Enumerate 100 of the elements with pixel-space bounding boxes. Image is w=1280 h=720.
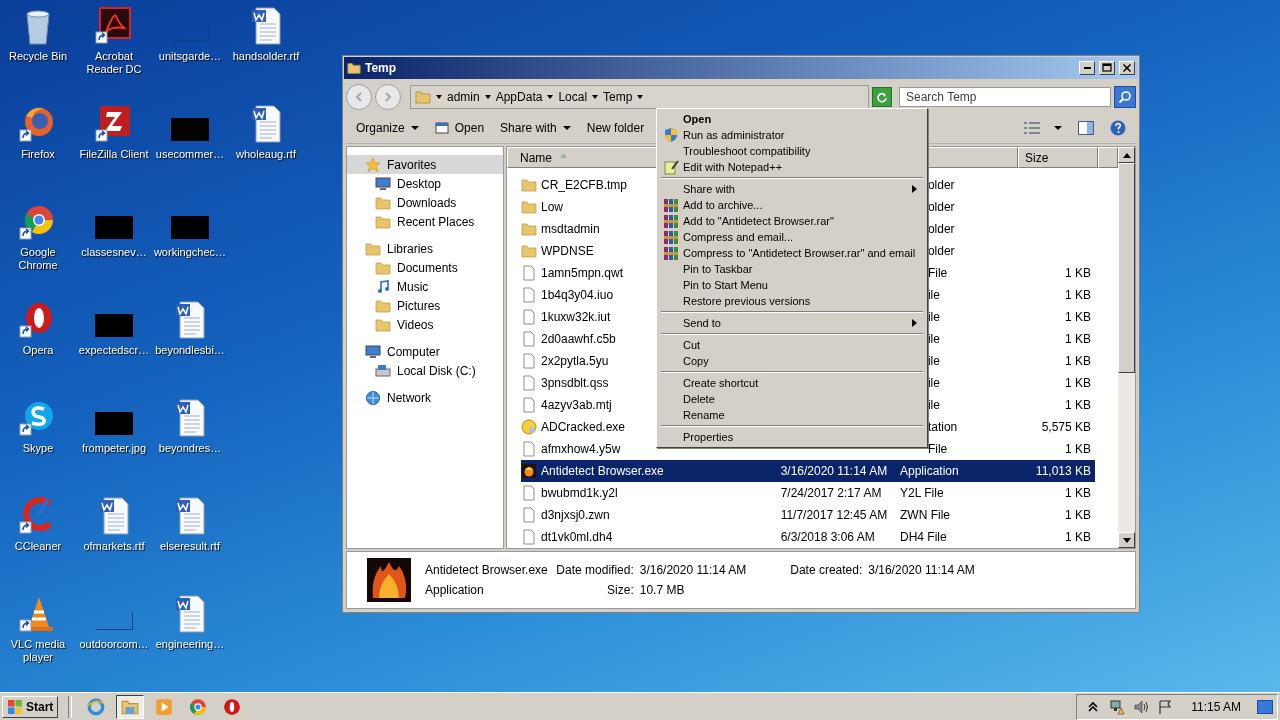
desktop-icon-label[interactable]: wholeaug.rtf bbox=[236, 148, 296, 161]
breadcrumb[interactable]: admin bbox=[447, 90, 480, 104]
menu-item[interactable]: Compress and email... bbox=[659, 229, 925, 245]
menu-item[interactable]: Send to bbox=[659, 315, 925, 331]
menu-item[interactable]: Restore previous versions bbox=[659, 293, 925, 309]
desktop-icon-label[interactable]: VLC media player bbox=[0, 638, 76, 664]
navigation-item[interactable]: Music bbox=[347, 277, 503, 296]
file-name[interactable]: bwubmd1k.y2l bbox=[541, 486, 618, 500]
desktop-icon-label[interactable]: frompeter.jpg bbox=[81, 442, 147, 455]
file-name[interactable]: ADCracked.exe bbox=[541, 420, 626, 434]
file-name[interactable]: Low bbox=[541, 200, 563, 214]
menu-item[interactable]: Add to archive... bbox=[659, 197, 925, 213]
search-field[interactable]: Search Temp bbox=[899, 87, 1111, 107]
file-row[interactable]: Antidetect Browser.exe 3/16/2020 11:14 AM Application 11,013 KB bbox=[521, 460, 1095, 482]
toolbar-button[interactable]: Organize bbox=[350, 118, 425, 138]
desktop-icon-label[interactable]: expectedscr… bbox=[78, 344, 150, 357]
menu-item[interactable]: Delete bbox=[659, 391, 925, 407]
up-arrow-icon[interactable] bbox=[1122, 152, 1131, 158]
minimize-button[interactable] bbox=[1079, 61, 1095, 75]
menu-item[interactable]: Run as administrator bbox=[659, 127, 925, 143]
caret-icon[interactable] bbox=[547, 95, 554, 99]
refresh-button[interactable] bbox=[872, 87, 892, 107]
column-header[interactable] bbox=[1098, 147, 1118, 168]
menu-item[interactable]: Cut bbox=[659, 337, 925, 353]
menu-item[interactable]: Create shortcut bbox=[659, 375, 925, 391]
caret-icon[interactable] bbox=[436, 95, 442, 99]
desktop-icon-label[interactable]: beyondres… bbox=[158, 442, 222, 455]
desktop-icon-label[interactable]: outdoorcom… bbox=[79, 638, 149, 651]
caret-icon[interactable] bbox=[592, 95, 599, 99]
navigation-item[interactable]: Desktop bbox=[347, 174, 503, 193]
taskbar-app-button[interactable] bbox=[116, 694, 145, 719]
menu-item[interactable]: Copy bbox=[659, 353, 925, 369]
caret-icon[interactable] bbox=[484, 95, 491, 99]
desktop-icon-label[interactable]: beyondlesbi… bbox=[155, 344, 225, 357]
menu-item[interactable]: Pin to Start Menu bbox=[659, 277, 925, 293]
menu-item[interactable]: Rename bbox=[659, 407, 925, 423]
file-name[interactable]: 1amn5mpn.qwt bbox=[541, 266, 624, 280]
menu-item[interactable]: Compress to "Antidetect Browser.rar" and email bbox=[659, 245, 925, 261]
navigation-item[interactable]: Downloads bbox=[347, 193, 503, 212]
start-button[interactable]: Start bbox=[2, 695, 59, 718]
show-desktop-button[interactable] bbox=[1257, 699, 1273, 714]
file-name[interactable]: 1kuxw32k.iut bbox=[541, 310, 611, 324]
search-button[interactable] bbox=[1114, 86, 1136, 108]
desktop-icon-label[interactable]: Recycle Bin bbox=[8, 50, 68, 63]
navigation-item[interactable]: Videos bbox=[347, 315, 503, 334]
navigation-item[interactable]: Documents bbox=[347, 258, 503, 277]
desktop-icon-label[interactable]: Acrobat Reader DC bbox=[76, 50, 152, 76]
desktop-icon-label[interactable]: Skype bbox=[22, 442, 54, 455]
desktop-icon-label[interactable]: engineering… bbox=[155, 638, 225, 651]
navigation-item[interactable]: Pictures bbox=[347, 296, 503, 315]
menu-item[interactable]: Add to "Antidetect Browser.rar" bbox=[659, 213, 925, 229]
desktop-icon-label[interactable]: Google Chrome bbox=[0, 246, 76, 272]
file-name[interactable]: Antidetect Browser.exe bbox=[541, 464, 664, 478]
desktop-icon-label[interactable]: Firefox bbox=[21, 148, 55, 161]
desktop-icon-label[interactable]: FileZilla Client bbox=[79, 148, 149, 161]
menu-item[interactable]: Pin to Taskbar bbox=[659, 261, 925, 277]
file-name[interactable]: 3pnsdblt.qss bbox=[541, 376, 609, 390]
navigation-item[interactable]: Computer bbox=[347, 342, 503, 361]
file-name[interactable]: 4azyv3ab.mtj bbox=[541, 398, 612, 412]
address-bar[interactable]: admin AppData Local Temp bbox=[410, 85, 869, 109]
desktop-icon-label[interactable]: usecommer… bbox=[155, 148, 225, 161]
toolbar-button[interactable]: New folder bbox=[580, 118, 651, 138]
column-header[interactable]: Size bbox=[1018, 147, 1098, 168]
speaker-icon[interactable] bbox=[1133, 698, 1150, 715]
desktop-icon-label[interactable]: unitsgarde… bbox=[158, 50, 222, 63]
desktop-icon-label[interactable]: ofmarkets.rtf bbox=[83, 540, 145, 553]
navigation-item[interactable]: Network bbox=[347, 388, 503, 407]
desktop-icon-label[interactable]: classesnev… bbox=[81, 246, 147, 259]
file-name[interactable]: WPDNSE bbox=[541, 244, 594, 258]
file-name[interactable]: afmxhow4.y5w bbox=[541, 442, 621, 456]
desktop-icon-label[interactable]: CCleaner bbox=[14, 540, 62, 553]
file-name[interactable]: msdtadmin bbox=[541, 222, 600, 236]
breadcrumb[interactable]: Local bbox=[558, 90, 588, 104]
network-icon[interactable] bbox=[1109, 698, 1126, 715]
scrollbar[interactable] bbox=[1118, 147, 1135, 548]
close-button[interactable] bbox=[1119, 61, 1135, 75]
maximize-button[interactable] bbox=[1099, 61, 1115, 75]
file-name[interactable]: d3njxsj0.zwn bbox=[541, 508, 610, 522]
menu-item[interactable]: Share with bbox=[659, 181, 925, 197]
breadcrumb[interactable]: AppData bbox=[495, 90, 543, 104]
navigation-item[interactable]: Libraries bbox=[347, 239, 503, 258]
down-arrow-icon[interactable] bbox=[1122, 537, 1131, 543]
toolbar-button[interactable]: Open bbox=[428, 118, 491, 138]
navigation-item[interactable]: Favorites bbox=[347, 155, 503, 174]
file-name[interactable]: 2x2pytla.5yu bbox=[541, 354, 609, 368]
desktop-icon-label[interactable]: elseresult.rtf bbox=[160, 540, 220, 553]
navigation-item[interactable]: Local Disk (C:) bbox=[347, 361, 503, 380]
menu-item[interactable]: Open bbox=[659, 111, 925, 127]
file-name[interactable]: CR_E2CFB.tmp bbox=[541, 178, 628, 192]
desktop-icon-label[interactable]: Opera bbox=[22, 344, 54, 357]
caret-icon[interactable] bbox=[637, 95, 644, 99]
desktop-icon-label[interactable]: workingchec… bbox=[153, 246, 227, 259]
navigation-item[interactable]: Recent Places bbox=[347, 212, 503, 231]
flag-icon[interactable] bbox=[1157, 698, 1174, 715]
menu-item[interactable]: Properties bbox=[659, 429, 925, 445]
toolbar-button[interactable]: Share with bbox=[494, 118, 577, 138]
file-name[interactable]: 1b4q3y04.iuo bbox=[541, 288, 614, 302]
desktop-icon-label[interactable]: handsolder.rtf bbox=[232, 50, 300, 63]
file-name[interactable]: 2d0aawhf.c5b bbox=[541, 332, 616, 346]
breadcrumb[interactable]: Temp bbox=[603, 90, 633, 104]
